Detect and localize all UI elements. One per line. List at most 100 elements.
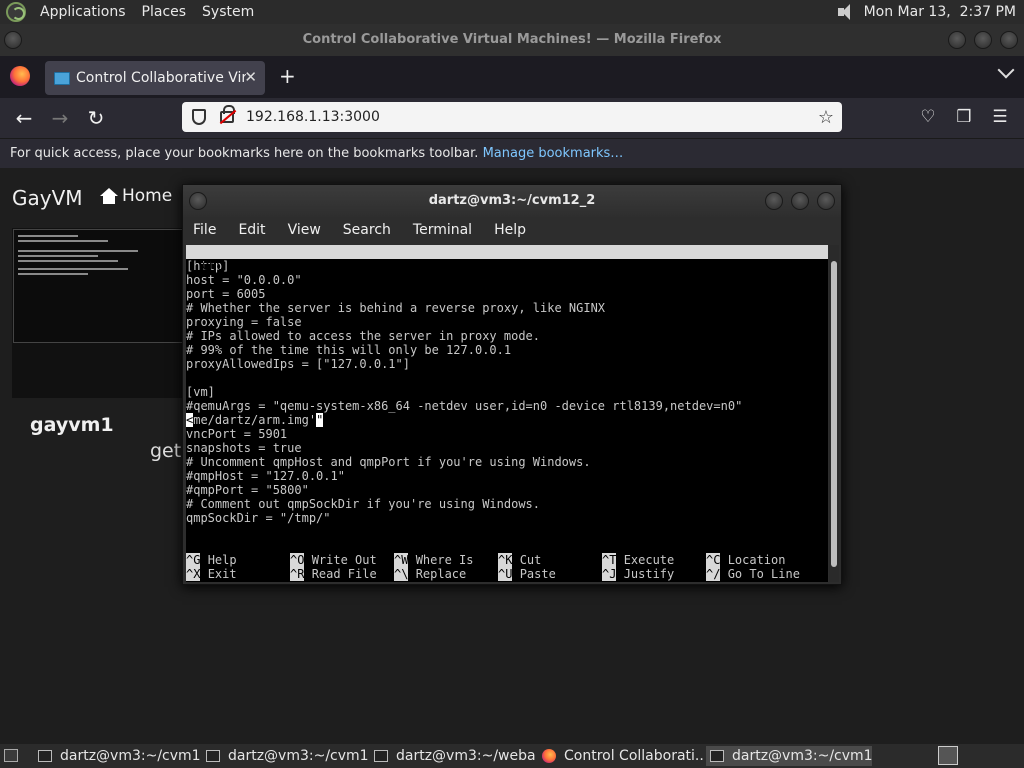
workspace-switcher-icon[interactable] — [938, 746, 958, 765]
browser-tab[interactable]: Control Collaborative Virtual Machines! … — [45, 61, 265, 95]
editor-line[interactable]: proxyAllowedIps = ["127.0.0.1"] — [186, 357, 828, 371]
editor-line[interactable]: # 99% of the time this will only be 127.… — [186, 343, 828, 357]
reload-icon[interactable]: ↻ — [84, 106, 108, 130]
url-text[interactable]: 192.168.1.13:3000 — [246, 109, 380, 125]
home-link[interactable]: Home — [100, 186, 172, 206]
home-icon — [100, 188, 118, 204]
taskbar-label: dartz@vm3:~/cvm12 — [60, 748, 200, 764]
nano-shortcut: ^J Justify — [602, 567, 674, 581]
firefox-view-icon[interactable] — [10, 66, 30, 86]
taskbar-window-button[interactable]: dartz@vm3:~/cvm1... — [202, 746, 368, 766]
editor-line[interactable]: vncPort = 5901 — [186, 427, 828, 441]
vm-screenshot-thumbnail[interactable] — [13, 229, 183, 343]
terminal-title: dartz@vm3:~/cvm12_2 — [428, 193, 596, 208]
show-desktop-icon[interactable] — [4, 749, 18, 762]
menu-places[interactable]: Places — [134, 4, 195, 20]
terminal-window[interactable]: dartz@vm3:~/cvm12_2 File Edit View Searc… — [182, 184, 842, 585]
minimize-icon[interactable] — [948, 31, 966, 49]
shortcut-key: ^R — [290, 567, 305, 581]
editor-buffer[interactable]: [http]host = "0.0.0.0"port = 6005# Wheth… — [186, 259, 828, 525]
shortcut-key: ^W — [394, 553, 409, 567]
bookmark-star-icon[interactable]: ☆ — [818, 107, 834, 128]
firefox-window-titlebar: Control Collaborative Virtual Machines! … — [0, 24, 1024, 56]
site-title[interactable]: GayVM — [12, 186, 83, 210]
shortcut-label: Exit — [207, 567, 237, 581]
nano-shortcut-bar: ^G Help ^O Write Out ^W Where Is ^K Cut ^T E… — [186, 553, 828, 581]
shortcut-label: Where Is — [415, 553, 474, 567]
shortcut-key: ^C — [706, 553, 721, 567]
editor-line[interactable]: #qmpHost = "127.0.0.1" — [186, 469, 828, 483]
terminal-maximize-icon[interactable] — [791, 192, 809, 210]
editor-line[interactable]: # Uncomment qmpHost and qmpPort if you'r… — [186, 455, 828, 469]
shortcut-label: Justify — [623, 567, 675, 581]
window-menu-icon[interactable] — [4, 31, 22, 49]
shortcut-key: ^K — [498, 553, 513, 567]
editor-line[interactable]: port = 6005 — [186, 287, 828, 301]
terminal-window-menu-icon[interactable] — [189, 192, 207, 210]
terminal-close-icon[interactable] — [817, 192, 835, 210]
terminal-scrollbar[interactable] — [829, 245, 839, 582]
editor-line[interactable]: [vm] — [186, 385, 828, 399]
taskbar-window-button[interactable]: dartz@vm3:~/cvm1... — [706, 746, 872, 766]
shortcut-label: Execute — [623, 553, 675, 567]
terminal-menu-file[interactable]: File — [193, 222, 216, 238]
vm-card[interactable] — [12, 228, 184, 398]
back-arrow-icon[interactable]: ← — [12, 106, 36, 130]
terminal-menu-terminal[interactable]: Terminal — [413, 222, 472, 238]
clock[interactable]: Mon Mar 13, 2:37 PM — [864, 4, 1016, 20]
taskbar-window-button[interactable]: dartz@vm3:~/weba... — [370, 746, 536, 766]
editor-line[interactable]: # IPs allowed to access the server in pr… — [186, 329, 828, 343]
editor-line[interactable] — [186, 371, 828, 385]
editor-line[interactable]: snapshots = true — [186, 441, 828, 455]
shortcut-key: ^/ — [706, 567, 721, 581]
volume-icon[interactable] — [837, 4, 856, 20]
maximize-icon[interactable] — [974, 31, 992, 49]
taskbar-window-button[interactable]: dartz@vm3:~/cvm12 — [34, 746, 200, 766]
editor-line[interactable]: #qmpPort = "5800" — [186, 483, 828, 497]
pocket-icon[interactable]: ♡ — [918, 107, 938, 127]
terminal-icon — [710, 750, 724, 762]
nano-shortcut: ^K Cut — [498, 553, 541, 567]
shortcut-label: Paste — [519, 567, 556, 581]
editor-line[interactable]: qmpSockDir = "/tmp/" — [186, 511, 828, 525]
menu-system[interactable]: System — [194, 4, 262, 20]
top-panel: Applications Places System Mon Mar 13, 2… — [0, 0, 1024, 24]
editor-line[interactable]: <me/dartz/arm.img'" — [186, 413, 828, 427]
nano-shortcut: ^/ Go To Line — [706, 567, 800, 581]
taskbar-label: dartz@vm3:~/cvm1... — [228, 748, 368, 764]
tab-close-icon[interactable]: ✕ — [244, 68, 257, 86]
editor-line[interactable]: # Whether the server is behind a reverse… — [186, 301, 828, 315]
terminal-minimize-icon[interactable] — [765, 192, 783, 210]
terminal-menubar: File Edit View Search Terminal Help — [183, 217, 841, 243]
forward-arrow-icon[interactable]: → — [48, 106, 72, 130]
terminal-menu-view[interactable]: View — [288, 222, 321, 238]
editor-line[interactable]: proxying = false — [186, 315, 828, 329]
terminal-menu-edit[interactable]: Edit — [238, 222, 265, 238]
terminal-menu-search[interactable]: Search — [343, 222, 391, 238]
menu-applications[interactable]: Applications — [32, 4, 134, 20]
terminal-titlebar[interactable]: dartz@vm3:~/cvm12_2 — [183, 185, 841, 217]
hamburger-menu-icon[interactable]: ☰ — [990, 107, 1010, 127]
editor-line[interactable]: #qemuArgs = "qemu-system-x86_64 -netdev … — [186, 399, 828, 413]
tracking-shield-icon[interactable] — [192, 109, 206, 125]
url-bar[interactable]: 192.168.1.13:3000 ☆ — [182, 102, 842, 132]
taskbar-window-button[interactable]: Control Collaborati... — [538, 746, 704, 766]
nano-shortcut: ^C Location — [706, 553, 785, 567]
terminal-menu-help[interactable]: Help — [494, 222, 526, 238]
shortcut-row-2: ^X Exit ^R Read File ^\ Replace ^U Paste ^J … — [186, 567, 828, 581]
extensions-icon[interactable]: ❒ — [954, 107, 974, 127]
list-all-tabs-chevron-icon[interactable] — [997, 61, 1015, 79]
insecure-lock-icon[interactable] — [220, 105, 235, 123]
nano-title-bar: GNU nano 7.2 config.toml Modified — [186, 245, 828, 301]
taskbar-label: dartz@vm3:~/cvm1... — [732, 748, 872, 764]
editor-line[interactable]: # Comment out qmpSockDir if you're using… — [186, 497, 828, 511]
tab-bar: Control Collaborative Virtual Machines! … — [0, 56, 1024, 98]
terminal-screen[interactable]: GNU nano 7.2 config.toml Modified [http]… — [186, 245, 828, 582]
close-window-icon[interactable] — [1000, 31, 1018, 49]
shortcut-label: Go To Line — [727, 567, 800, 581]
applications-icon[interactable] — [6, 2, 26, 22]
new-tab-button[interactable]: + — [279, 65, 296, 87]
manage-bookmarks-link[interactable]: Manage bookmarks… — [483, 146, 624, 161]
text-cursor: < — [186, 413, 194, 427]
scrollbar-thumb[interactable] — [831, 261, 837, 567]
